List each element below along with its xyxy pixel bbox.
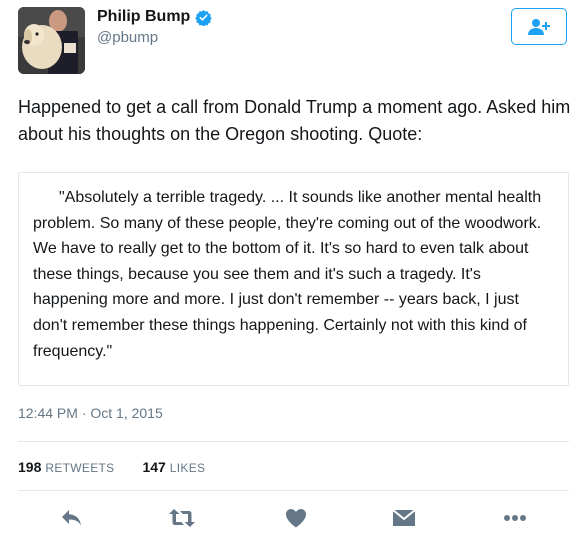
retweets-stat[interactable]: 198 RETWEETS xyxy=(18,459,114,475)
tweet-text: Happened to get a call from Donald Trump… xyxy=(18,97,571,144)
retweet-icon xyxy=(169,509,195,527)
follow-button[interactable] xyxy=(511,8,567,45)
more-icon xyxy=(504,515,526,521)
display-name[interactable]: Philip Bump xyxy=(97,8,190,26)
avatar[interactable] xyxy=(18,7,85,74)
tweet-stats: 198 RETWEETS 147 LIKES xyxy=(18,459,205,475)
reply-button[interactable] xyxy=(59,505,85,531)
divider xyxy=(18,441,569,442)
display-name-row[interactable]: Philip Bump xyxy=(97,8,213,26)
like-button[interactable] xyxy=(283,505,309,531)
tweet-timestamp[interactable]: 12:44 PM · Oct 1, 2015 xyxy=(18,405,163,421)
quote-box: "Absolutely a terrible tragedy. ... It s… xyxy=(18,172,569,386)
retweets-count: 198 xyxy=(18,459,42,475)
quote-text: "Absolutely a terrible tragedy. ... It s… xyxy=(33,189,542,360)
likes-label: LIKES xyxy=(169,461,206,475)
verified-badge-icon xyxy=(195,9,213,26)
divider xyxy=(18,490,569,491)
direct-message-icon xyxy=(392,509,416,526)
follow-person-plus-icon xyxy=(528,18,550,35)
avatar-image xyxy=(18,7,85,74)
retweet-button[interactable] xyxy=(169,505,195,531)
more-button[interactable] xyxy=(502,505,528,531)
likes-count: 147 xyxy=(142,459,166,475)
tweet-header: Philip Bump @pbump xyxy=(18,7,567,77)
likes-stat[interactable]: 147 LIKES xyxy=(142,459,205,475)
tweet-actions xyxy=(0,505,584,531)
reply-icon xyxy=(62,510,81,526)
direct-message-button[interactable] xyxy=(391,505,417,531)
like-heart-icon xyxy=(286,509,306,528)
retweets-label: RETWEETS xyxy=(45,461,115,475)
user-handle[interactable]: @pbump xyxy=(97,29,158,46)
